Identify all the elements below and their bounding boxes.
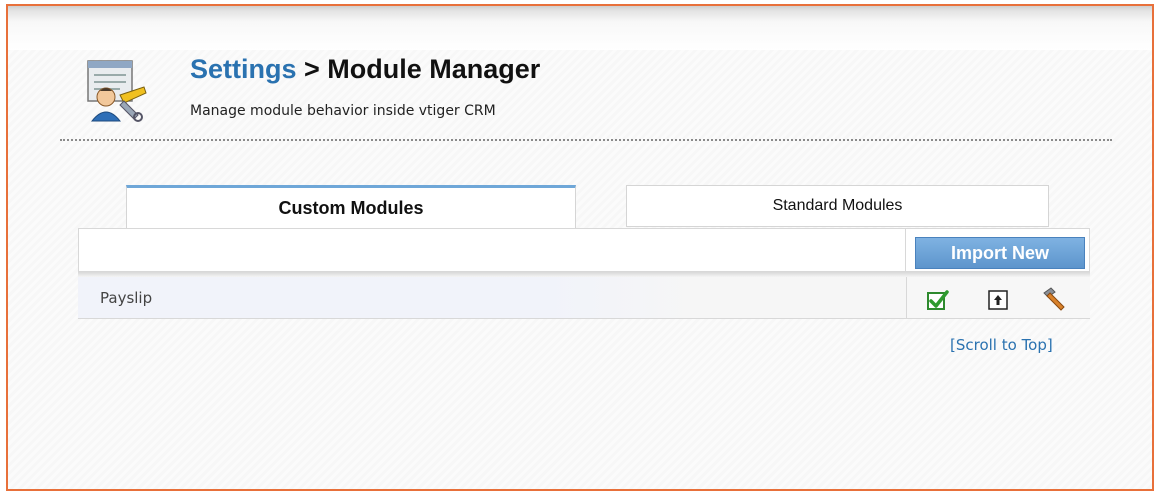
module-actions (906, 277, 1090, 318)
breadcrumb-settings-link[interactable]: Settings (190, 54, 297, 84)
breadcrumb-separator: > (296, 54, 328, 84)
checkbox-enabled-icon[interactable] (927, 289, 949, 311)
page-title-text: Module Manager (327, 54, 541, 84)
upload-update-icon[interactable] (987, 289, 1009, 311)
page-title: Settings > Module Manager (190, 54, 540, 85)
header-divider (60, 139, 1112, 141)
hammer-settings-icon[interactable] (1040, 285, 1068, 313)
module-manager-page: Settings > Module Manager Manage module … (6, 4, 1154, 491)
scroll-to-top-link[interactable]: [Scroll to Top] (950, 336, 1053, 354)
tab-custom-modules[interactable]: Custom Modules (126, 185, 576, 229)
import-new-button[interactable]: Import New (915, 237, 1085, 269)
module-name: Payslip (100, 289, 153, 307)
top-band (8, 6, 1152, 50)
page-subtitle: Manage module behavior inside vtiger CRM (190, 103, 496, 119)
module-row: Payslip (78, 277, 1090, 319)
tab-standard-modules[interactable]: Standard Modules (626, 185, 1049, 227)
module-settings-icon (87, 60, 147, 122)
